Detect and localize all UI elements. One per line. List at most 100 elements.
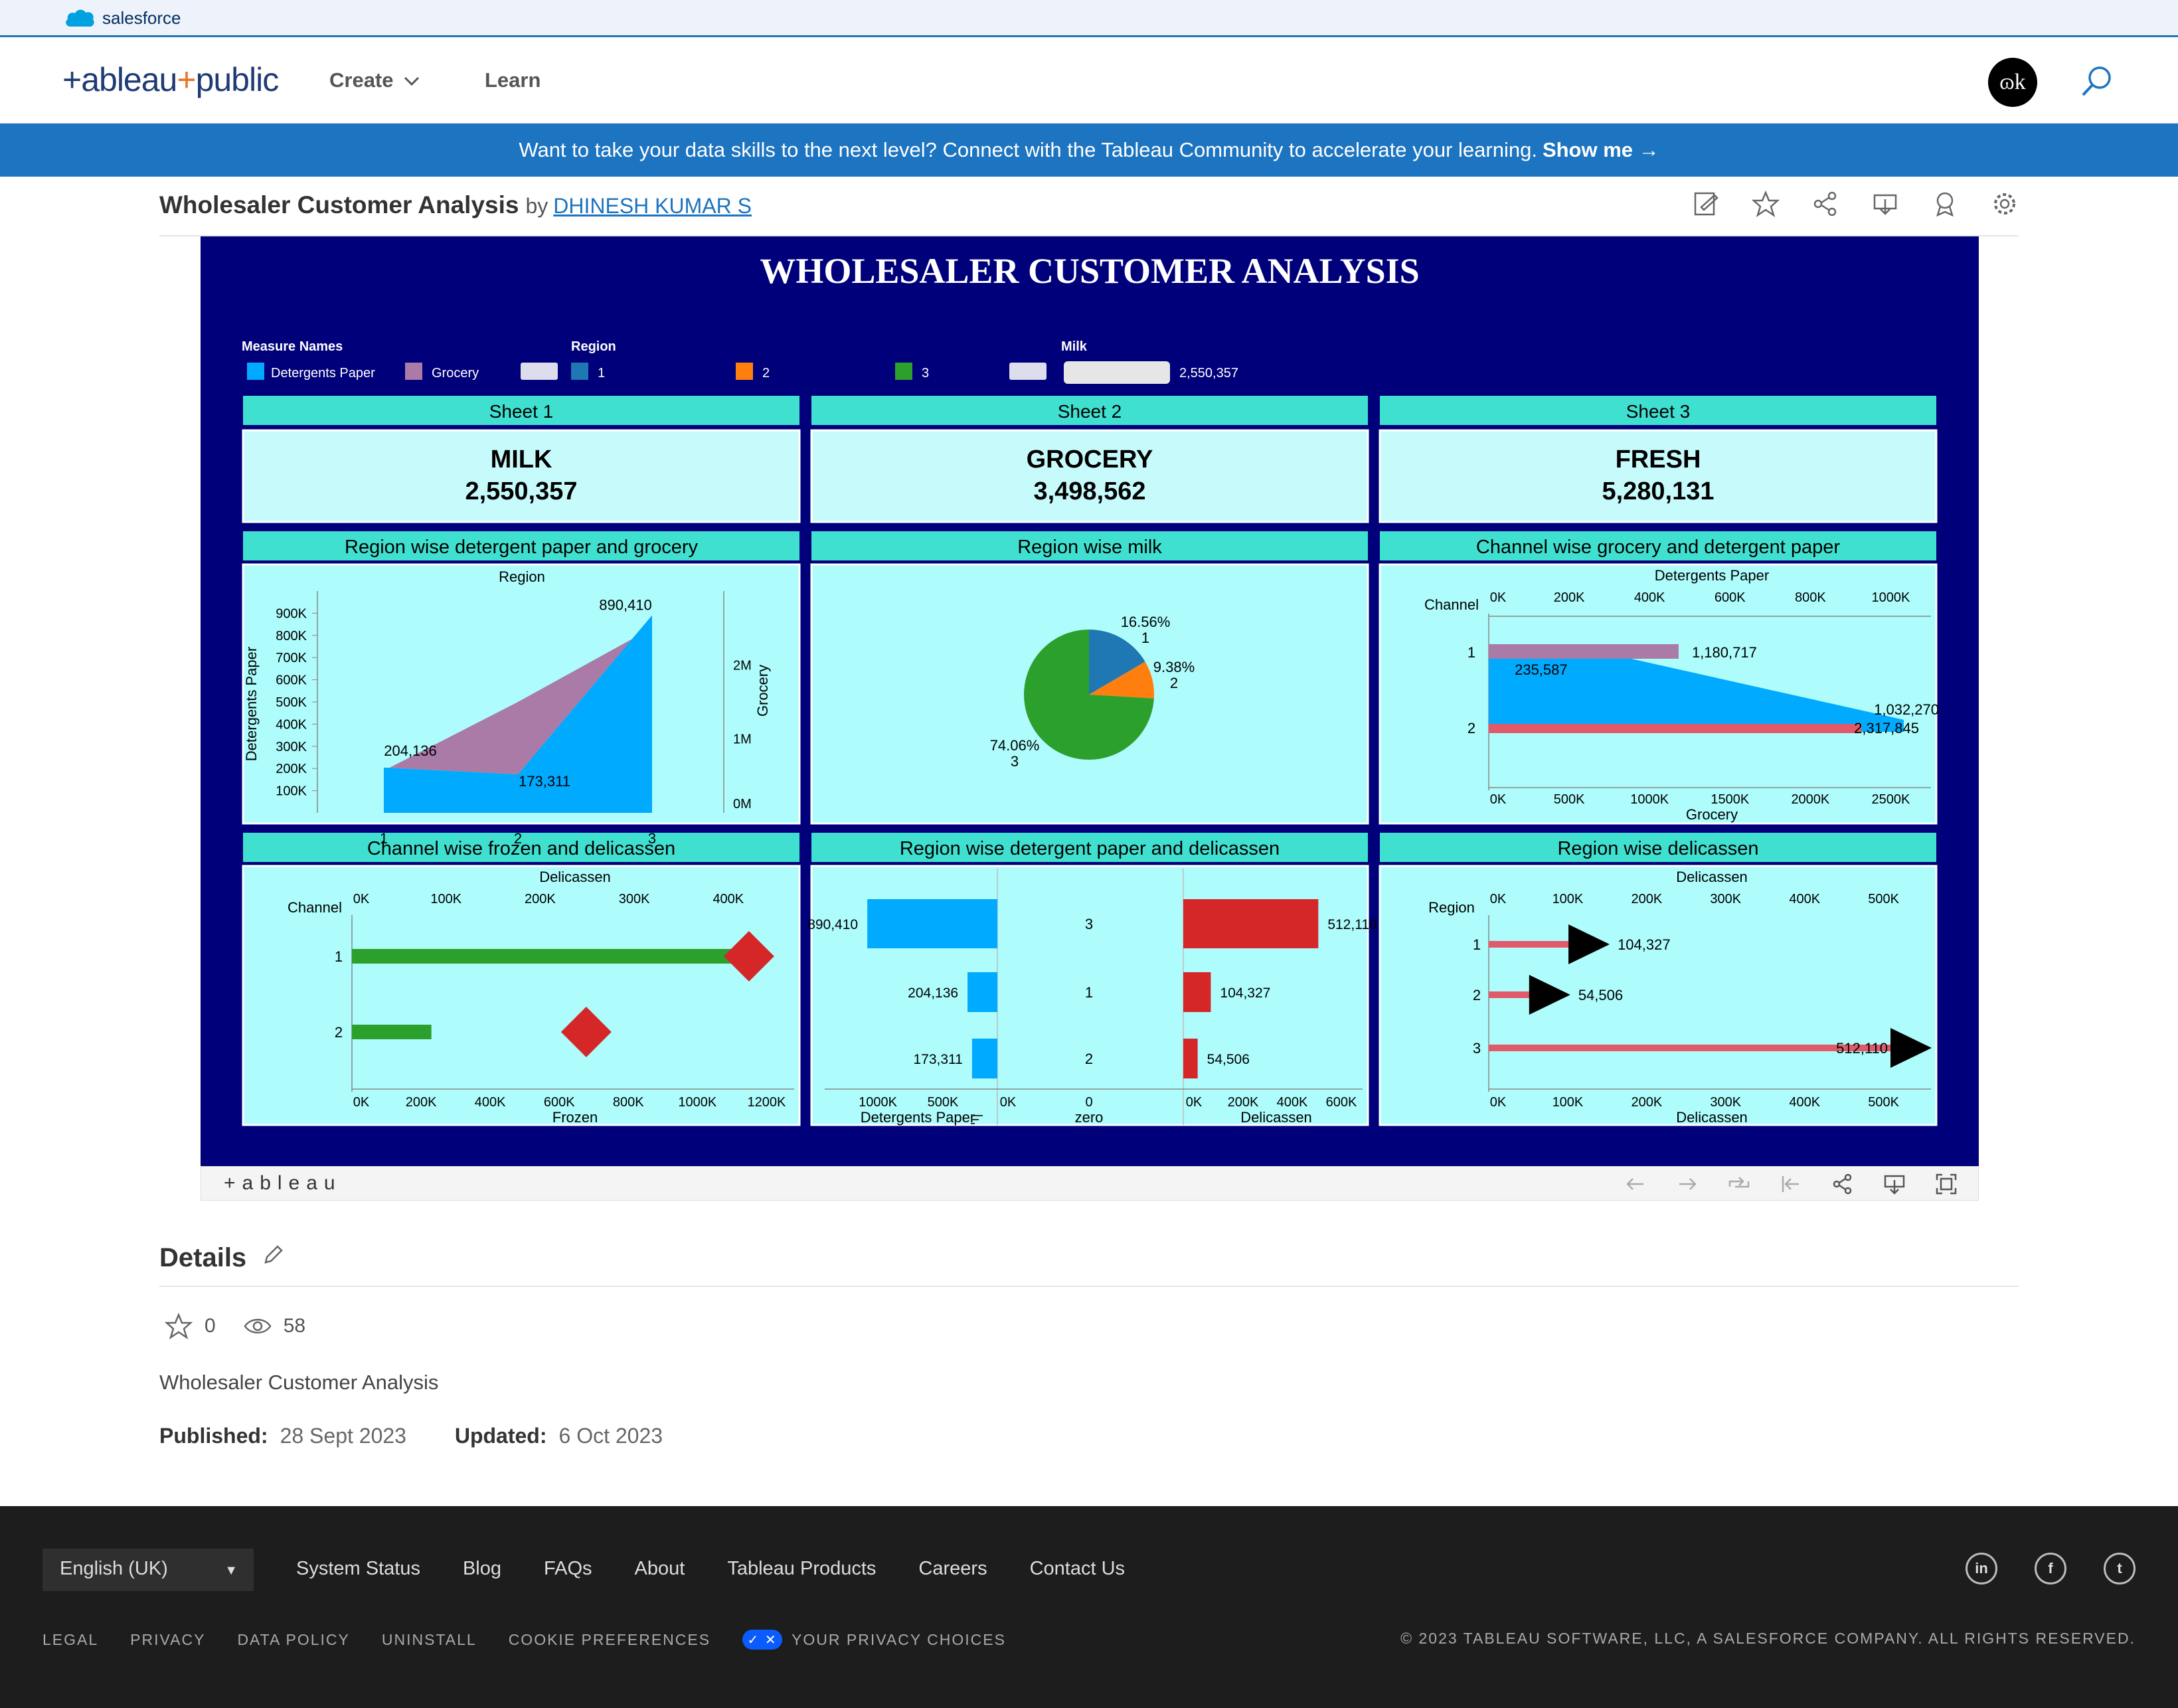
footer-link-tableau-products[interactable]: Tableau Products [727,1558,876,1580]
download-icon[interactable] [1871,190,1899,218]
legal-link[interactable]: LEGAL [42,1631,98,1649]
nav-create[interactable]: Create [329,68,420,92]
viz-title-text: Wholesaler Customer Analysis [159,191,519,218]
chart6-bar-2 [1489,991,1532,998]
chart5-dp-tick-2: 0K [1000,1095,1017,1110]
chart5-dp-tick-0: 1000K [859,1095,897,1110]
footer-link-contact-us[interactable]: Contact Us [1030,1558,1125,1580]
favorites-count: 0 [205,1315,216,1337]
chart4-bottom-tick-6: 1200K [747,1095,786,1110]
favorites-star-icon[interactable] [165,1312,193,1340]
chart5-dp-bar-2 [967,972,997,1012]
salesforce-logo[interactable]: salesforce [64,7,181,29]
nav-learn[interactable]: Learn [485,68,541,92]
twitter-icon[interactable]: t [2104,1553,2136,1584]
chart3-grocery-bar-1 [1489,644,1679,659]
toolbar-share-icon[interactable] [1831,1172,1855,1196]
chart3-grocery-label-1: 1,180,717 [1692,644,1757,661]
viz-dates: Published: 28 Sept 2023 Updated: 6 Oct 202… [159,1424,663,1448]
legend-item-detergents: Detergents Paper [271,366,375,381]
chart4-top-tick-3: 300K [619,892,650,906]
legend-swatch-region-1 [571,363,588,380]
viz-description: Wholesaler Customer Analysis [159,1371,439,1394]
chart6-y-tick-0: 1 [1473,936,1481,953]
pencil-edit-icon[interactable] [262,1244,284,1266]
chart1-left-tick-0: 100K [276,784,307,799]
chart6-top-tick-4: 400K [1789,892,1820,906]
chart3-bottom-tick-0: 0K [1490,792,1507,807]
search-icon[interactable] [2080,64,2114,99]
footer-links: System Status Blog FAQs About Tableau Pr… [296,1558,1125,1580]
toolbar-download-icon[interactable] [1883,1172,1906,1196]
details-heading: Details [159,1243,247,1272]
chart5-del-axis-title: Delicassen [1240,1109,1312,1126]
legend-milk-value: 2,550,357 [1179,366,1238,381]
favorite-star-icon[interactable] [1752,190,1780,218]
edit-icon[interactable] [1692,190,1720,218]
tableau-toolbar-logo[interactable]: +ableau [224,1172,342,1195]
viz-title: Wholesaler Customer Analysis by DHINESH KU… [159,191,752,219]
chart1-x-tick-2: 3 [648,830,656,847]
footer-link-faqs[interactable]: FAQs [544,1558,592,1580]
chart2-label-pct-3: 74.06% [990,737,1040,754]
nav-create-label: Create [329,68,394,92]
logo-text-right: public [195,61,280,98]
undo-icon[interactable] [1624,1172,1647,1196]
footer: English (UK) ▼ System Status Blog FAQs A… [0,1506,2178,1708]
chart6-top-tick-5: 500K [1868,892,1899,906]
chart6-label-3: 512,110 [1836,1040,1888,1057]
published-date: 28 Sept 2023 [280,1424,406,1448]
chart1-x-tick-1: 2 [514,830,522,847]
footer-link-system-status[interactable]: System Status [296,1558,420,1580]
kpi-label-1: MILK [491,446,552,473]
legend-item-region-2: 2 [762,366,770,381]
revert-icon[interactable] [1727,1172,1751,1196]
uninstall-link[interactable]: UNINSTALL [382,1631,477,1649]
share-icon[interactable] [1811,190,1839,218]
chart1-label-2: 173,311 [519,773,570,790]
chart3-y-tick-1: 2 [1467,720,1475,736]
chart6-bar-3 [1489,1045,1894,1051]
chart5-region-label-1: 3 [1085,916,1093,932]
fullscreen-icon[interactable] [1934,1172,1958,1196]
chart1-left-tick-3: 400K [276,717,307,732]
chart5-del-tick-3: 600K [1326,1095,1357,1110]
legal-links: LEGAL PRIVACY DATA POLICY UNINSTALL COOK… [42,1630,1006,1650]
details-section: Details [159,1243,2019,1287]
chart4-top-tick-2: 200K [525,892,556,906]
redo-icon[interactable] [1675,1172,1699,1196]
chart6-top-axis-title: Delicassen [1676,869,1748,885]
chart5-zero-axis-title: zero [1075,1109,1104,1126]
viz-author-link[interactable]: DHINESH KUMAR S [553,194,752,218]
chart5-dp-bar-1 [867,899,997,948]
legend-swatch-region-3 [895,363,912,380]
footer-link-about[interactable]: About [635,1558,685,1580]
reset-icon[interactable] [1779,1172,1803,1196]
chart6-y-tick-1: 2 [1473,987,1481,1003]
sheet-header-label-2: Sheet 2 [1058,401,1122,422]
chart5-dp-tick-1: 500K [928,1095,959,1110]
settings-gear-icon[interactable] [1991,190,2019,218]
language-select[interactable]: English (UK) ▼ [42,1549,254,1591]
banner-show-me-link[interactable]: Show me → [1543,138,1659,162]
footer-link-blog[interactable]: Blog [463,1558,501,1580]
privacy-link[interactable]: PRIVACY [130,1631,205,1649]
avatar[interactable]: ɷk [1988,58,2037,107]
chart5-del-label-1: 512,110 [1327,917,1377,932]
kpi-card-1 [242,429,801,523]
privacy-choices-link[interactable]: ✓ ✕ YOUR PRIVACY CHOICES [742,1630,1006,1650]
chart5-del-tick-1: 200K [1228,1095,1259,1110]
chart5-del-bar-3 [1183,1039,1198,1078]
cookie-preferences-link[interactable]: COOKIE PREFERENCES [509,1631,711,1649]
footer-link-careers[interactable]: Careers [918,1558,987,1580]
facebook-icon[interactable]: f [2035,1553,2066,1584]
linkedin-icon[interactable]: in [1966,1553,1997,1584]
chart6-bottom-tick-1: 100K [1552,1095,1584,1110]
tableau-public-logo[interactable]: +ableau+public [62,60,280,99]
badge-icon[interactable] [1931,190,1959,218]
dashboard-canvas[interactable]: WHOLESALER CUSTOMER ANALYSIS Measure Name… [201,236,1979,1166]
chart3-y-axis-title: Channel [1424,596,1479,613]
data-policy-link[interactable]: DATA POLICY [237,1631,349,1649]
chart5-dp-bar-3 [971,1039,997,1078]
chart4-bottom-tick-0: 0K [353,1095,370,1110]
